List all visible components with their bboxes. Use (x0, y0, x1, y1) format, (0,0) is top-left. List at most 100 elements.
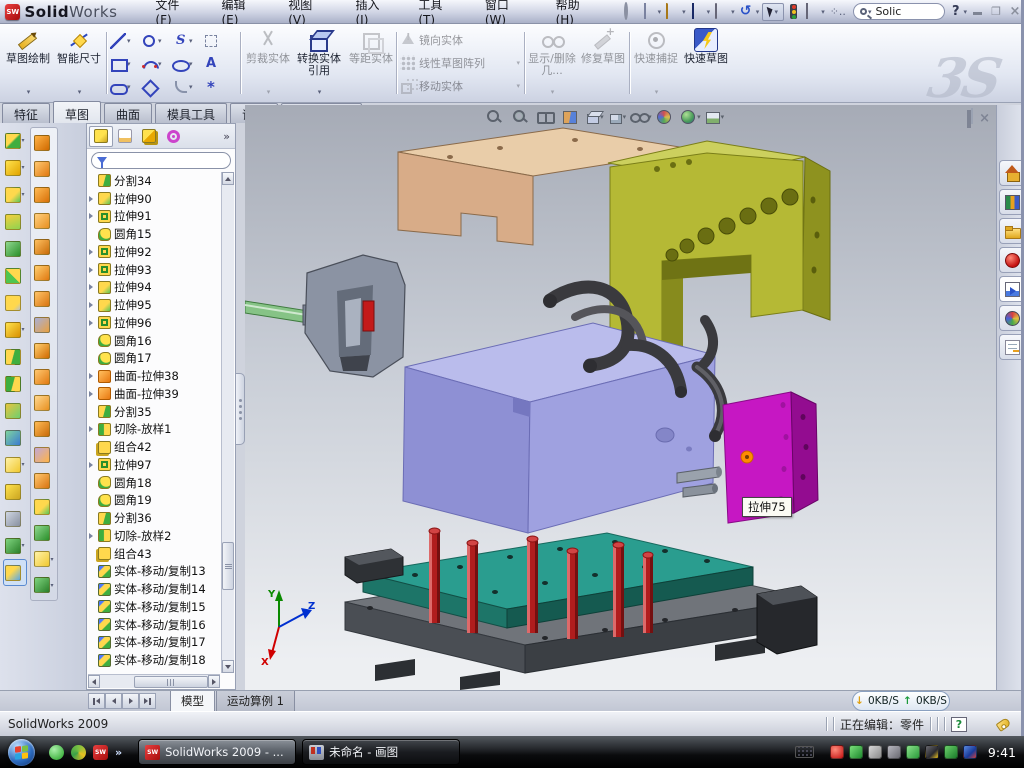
expand-arrow-icon[interactable] (89, 373, 98, 379)
surfaces-toolbar-button[interactable]: ▾ (34, 364, 53, 390)
expand-arrow-icon[interactable] (89, 426, 98, 432)
selection-box-tool-button[interactable] (203, 29, 234, 52)
tray-icon[interactable] (868, 745, 882, 759)
dimxpert-manager-tab[interactable] (161, 126, 185, 147)
circle-tool-button[interactable]: ▾ (141, 29, 172, 52)
quick-tips-button[interactable]: ? (951, 717, 967, 732)
feature-tree-item[interactable]: 拉伸97 (89, 456, 220, 474)
features-toolbar-button[interactable]: ▾ (5, 397, 24, 424)
feature-tree-item[interactable]: 切除-放样1 (89, 421, 220, 439)
panel-splitter-handle[interactable] (236, 373, 245, 445)
line-tool-button[interactable]: ▾ (110, 29, 141, 52)
tray-icon[interactable] (906, 745, 920, 759)
view-toolbar-button[interactable]: ▾ (511, 108, 533, 125)
feature-tree-item[interactable]: 实体-移动/复制17 (89, 634, 220, 652)
toolbar-overflow-button[interactable]: ⁘.. (828, 2, 848, 22)
search-input[interactable]: Solic (875, 5, 901, 18)
feature-tree-item[interactable]: 拉伸91 (89, 208, 220, 226)
configuration-manager-tab[interactable] (137, 126, 161, 147)
arc-tool-button[interactable]: ▾ (141, 52, 172, 75)
last-tab-button[interactable] (139, 693, 156, 709)
first-tab-button[interactable] (88, 693, 105, 709)
feature-tree-item[interactable]: 拉伸96 (89, 314, 220, 332)
feature-tree-item[interactable]: 实体-移动/复制13 (89, 563, 220, 581)
vertical-scroll-thumb[interactable] (222, 542, 234, 590)
surfaces-toolbar-button[interactable]: ▾ (34, 156, 53, 182)
feature-tree-item[interactable]: 圆角15 (89, 225, 220, 243)
features-toolbar-button[interactable]: ▾ (5, 127, 24, 154)
view-toolbar-button[interactable]: ▾ (562, 109, 582, 124)
tray-icon[interactable] (963, 745, 977, 759)
doc-restore-button[interactable] (967, 112, 971, 126)
scroll-down-button[interactable] (222, 660, 234, 673)
features-toolbar-button[interactable]: ▾ (5, 181, 24, 208)
tray-icon[interactable] (944, 745, 958, 759)
restore-button[interactable]: ❐ (987, 5, 1005, 18)
convert-entities-button[interactable]: 转换实体引用▾ (293, 27, 345, 99)
feature-tree-item[interactable]: 圆角16 (89, 332, 220, 350)
start-button[interactable] (8, 739, 35, 766)
document-tab[interactable]: 模型 (170, 691, 215, 712)
feature-tree-item[interactable]: 圆角18 (89, 474, 220, 492)
surfaces-toolbar-button[interactable]: ▾ (34, 208, 53, 234)
expand-arrow-icon[interactable] (89, 213, 98, 219)
horizontal-scroll-thumb[interactable] (134, 676, 208, 688)
next-tab-button[interactable] (122, 693, 139, 709)
expand-arrow-icon[interactable] (89, 249, 98, 255)
feature-tree-item[interactable]: 实体-移动/复制15 (89, 598, 220, 616)
property-manager-tab[interactable] (113, 126, 137, 147)
text-tool-button[interactable] (203, 52, 234, 75)
surfaces-toolbar-button[interactable]: ▾ (34, 234, 53, 260)
scroll-left-button[interactable] (88, 675, 100, 688)
taskbar-clock[interactable]: 9:41 (988, 745, 1016, 760)
expand-arrow-icon[interactable] (89, 462, 98, 468)
tree-filter-box[interactable] (91, 152, 231, 169)
scroll-up-button[interactable] (222, 172, 234, 185)
feature-tree-item[interactable]: 实体-移动/复制14 (89, 580, 220, 598)
feature-tree-item[interactable]: 圆角17 (89, 350, 220, 368)
surfaces-toolbar-button[interactable]: ▾ (34, 312, 53, 338)
save-button[interactable]: ▾ (689, 2, 713, 22)
surfaces-toolbar-button[interactable]: ▾ (34, 520, 53, 546)
tree-horizontal-scrollbar[interactable] (88, 674, 220, 688)
quicklaunch-icon[interactable] (71, 745, 86, 760)
feature-tree-item[interactable]: 拉伸95 (89, 296, 220, 314)
point-tool-button[interactable] (203, 75, 234, 98)
feature-manager-tab[interactable] (89, 126, 113, 147)
features-toolbar-button[interactable]: ▾ (5, 235, 24, 262)
rebuild-button[interactable] (785, 2, 802, 22)
ribbon-tab[interactable]: 特征 (2, 103, 50, 123)
surfaces-toolbar-button[interactable]: ▾ (34, 572, 53, 598)
view-toolbar-button[interactable]: ▾ (656, 109, 677, 125)
features-toolbar-button[interactable]: ▾ (5, 424, 24, 451)
model-rod-and-clamp[interactable] (245, 255, 405, 377)
features-toolbar-button[interactable]: ▾ (5, 478, 24, 505)
ribbon-tab[interactable]: 模具工具 (155, 103, 227, 123)
features-toolbar-button[interactable]: ▾ (5, 208, 24, 235)
expand-arrow-icon[interactable] (89, 267, 98, 273)
tag-icon[interactable] (996, 717, 1012, 732)
feature-tree-item[interactable]: 组合42 (89, 438, 220, 456)
features-toolbar-button[interactable]: ▾ (5, 343, 24, 370)
expand-arrow-icon[interactable] (89, 284, 98, 290)
taskbar-task-button[interactable]: SW SolidWorks 2009 - ... (138, 739, 296, 765)
surfaces-toolbar-button[interactable]: ▾ (34, 390, 53, 416)
feature-tree-item[interactable]: 组合43 (89, 545, 220, 563)
feature-tree-item[interactable]: 拉伸93 (89, 261, 220, 279)
surfaces-toolbar-button[interactable]: ▾ (34, 416, 53, 442)
rapid-sketch-button[interactable]: 快速草图 (682, 27, 730, 99)
tree-vertical-scrollbar[interactable] (221, 172, 234, 673)
feature-tree-item[interactable]: 实体-移动/复制16 (89, 616, 220, 634)
select-tool-button[interactable]: ▾ (762, 3, 784, 21)
view-toolbar-button[interactable]: ▾ (705, 110, 725, 124)
surfaces-toolbar-button[interactable]: ▾ (34, 442, 53, 468)
slot-tool-button[interactable]: ▾ (110, 75, 141, 98)
sketch-fillet-tool-button[interactable]: ▾ (172, 75, 203, 98)
features-toolbar-button[interactable]: ▾ (5, 154, 24, 181)
ribbon-tab[interactable]: 草图 (53, 101, 101, 123)
open-file-button[interactable]: ▾ (664, 2, 688, 22)
surfaces-toolbar-button[interactable]: ▾ (34, 338, 53, 364)
taskbar-task-button[interactable]: 未命名 - 画图 (302, 739, 460, 765)
search-box[interactable]: ▾ Solic (853, 3, 945, 20)
features-toolbar-button[interactable]: ▾ (5, 532, 24, 559)
